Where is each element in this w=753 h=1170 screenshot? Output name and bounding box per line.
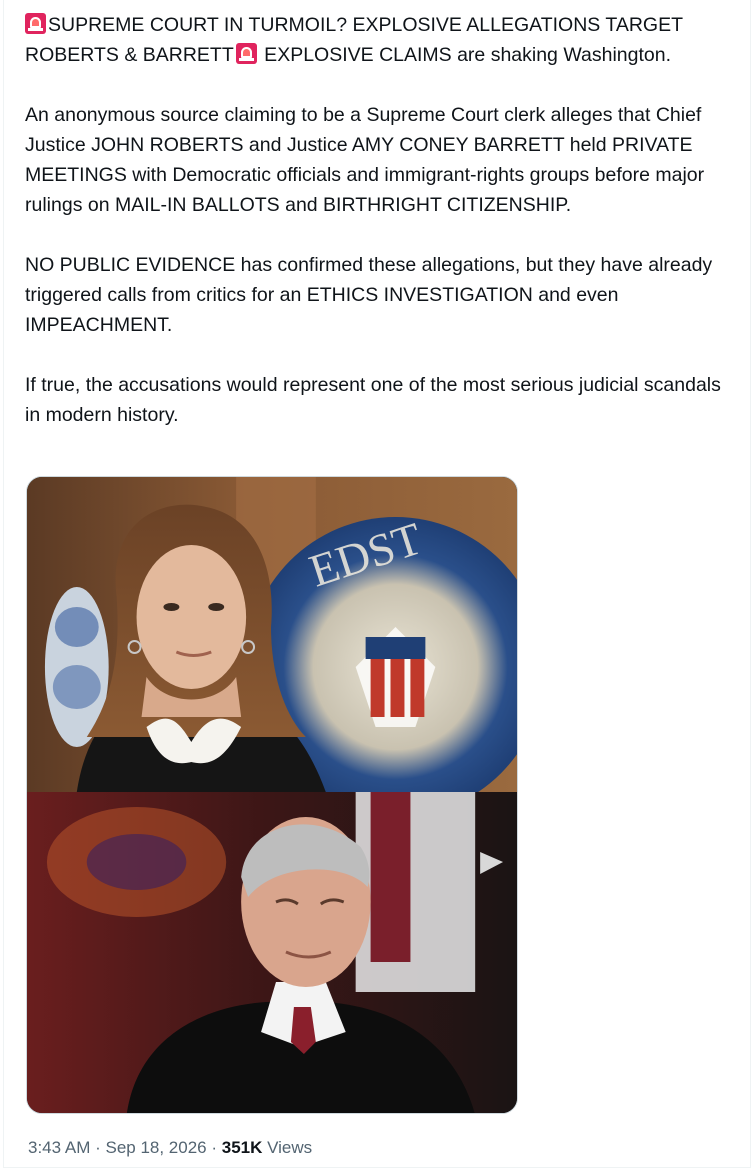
- police-car-light-icon: [235, 43, 257, 64]
- paragraph-1-tail: EXPLOSIVE CLAIMS are shaking Washington.: [258, 44, 671, 66]
- post-time[interactable]: 3:43 AM: [28, 1138, 90, 1157]
- views-label: Views: [262, 1138, 313, 1157]
- paragraph-3: NO PUBLIC EVIDENCE has confirmed these a…: [25, 254, 713, 336]
- paragraph-4: If true, the accusations would represent…: [25, 374, 721, 426]
- post-text: SUPREME COURT IN TURMOIL? EXPLOSIVE ALLE…: [25, 10, 737, 430]
- paragraph-1: SUPREME COURT IN TURMOIL? EXPLOSIVE ALLE…: [25, 10, 737, 70]
- views-count: 351K: [221, 1138, 263, 1157]
- media-image[interactable]: EDST: [26, 476, 518, 1114]
- top-photo[interactable]: EDST: [27, 477, 517, 792]
- paragraph-2: An anonymous source claiming to be a Sup…: [25, 104, 705, 216]
- post-card: SUPREME COURT IN TURMOIL? EXPLOSIVE ALLE…: [3, 0, 751, 1168]
- bottom-photo[interactable]: [27, 792, 517, 1114]
- meta-separator: ·: [90, 1138, 106, 1157]
- police-car-light-icon: [25, 13, 46, 34]
- meta-separator: ·: [206, 1138, 222, 1157]
- post-meta: 3:43 AM · Sep 18, 2026 · 351K Views: [28, 1136, 312, 1160]
- post-date[interactable]: Sep 18, 2026: [105, 1138, 206, 1157]
